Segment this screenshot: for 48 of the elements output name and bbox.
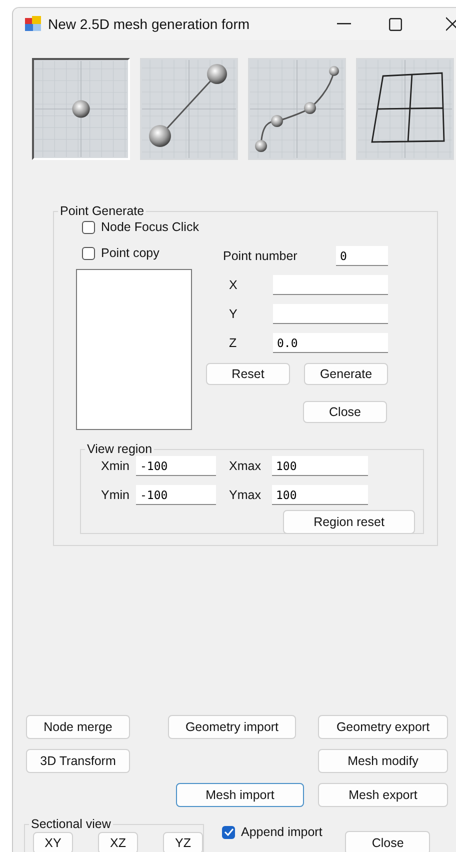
mesh-modify-button[interactable]: Mesh modify [318,749,448,773]
checkbox[interactable] [82,246,95,260]
field-label: Xmin [101,459,130,473]
minimize-icon[interactable] [337,23,351,25]
node-merge-button[interactable]: Node merge [26,715,130,739]
window-title: New 2.5D mesh generation form [48,16,250,32]
input-field[interactable]: -100 [136,485,216,505]
close-button[interactable]: Close [345,831,430,852]
view-button[interactable]: XY [33,832,73,852]
input-field[interactable]: 0.0 [273,333,388,353]
input-field[interactable]: 100 [272,456,368,476]
mesh-import-button[interactable]: Mesh import [176,783,304,807]
group-label: Sectional view [30,817,112,831]
field-label: Point number [223,249,298,263]
field-label: Xmax [228,459,262,473]
generate-button[interactable]: Generate [304,363,388,385]
checkbox-label: Node Focus Click [101,220,199,234]
transform-button[interactable]: 3D Transform [26,749,130,773]
field-label: Ymax [228,488,262,502]
geometry-export-button[interactable]: Geometry export [318,715,448,739]
view-button[interactable]: XZ [98,832,138,852]
geometry-import-button[interactable]: Geometry import [168,715,296,739]
input-field[interactable] [273,304,388,324]
input-field[interactable] [273,275,388,295]
mode-button[interactable] [32,58,130,160]
group-label: View region [86,442,154,456]
field-label: Ymin [101,488,130,502]
list-box[interactable] [76,269,192,430]
checkbox[interactable] [82,220,95,234]
app-icon [25,16,41,32]
region-reset-button[interactable]: Region reset [283,510,415,534]
field-label: Y [229,307,238,321]
group-label: Point Generate [59,204,146,218]
mesh-export-button[interactable]: Mesh export [318,783,448,807]
input-field[interactable]: 100 [272,485,368,505]
close-button[interactable]: Close [303,401,387,423]
field-label: X [229,278,238,292]
sphere-drawing [72,100,90,118]
reset-button[interactable]: Reset [206,363,290,385]
checkbox-label: Append import [241,825,322,839]
checkbox-label: Point copy [101,246,160,260]
maximize-icon[interactable] [389,18,402,30]
close-icon[interactable] [446,17,456,31]
input-field[interactable]: 0 [336,246,388,266]
field-label: Z [229,336,238,350]
checkbox[interactable] [222,826,235,838]
view-button[interactable]: YZ [163,832,203,852]
input-field[interactable]: -100 [136,456,216,476]
